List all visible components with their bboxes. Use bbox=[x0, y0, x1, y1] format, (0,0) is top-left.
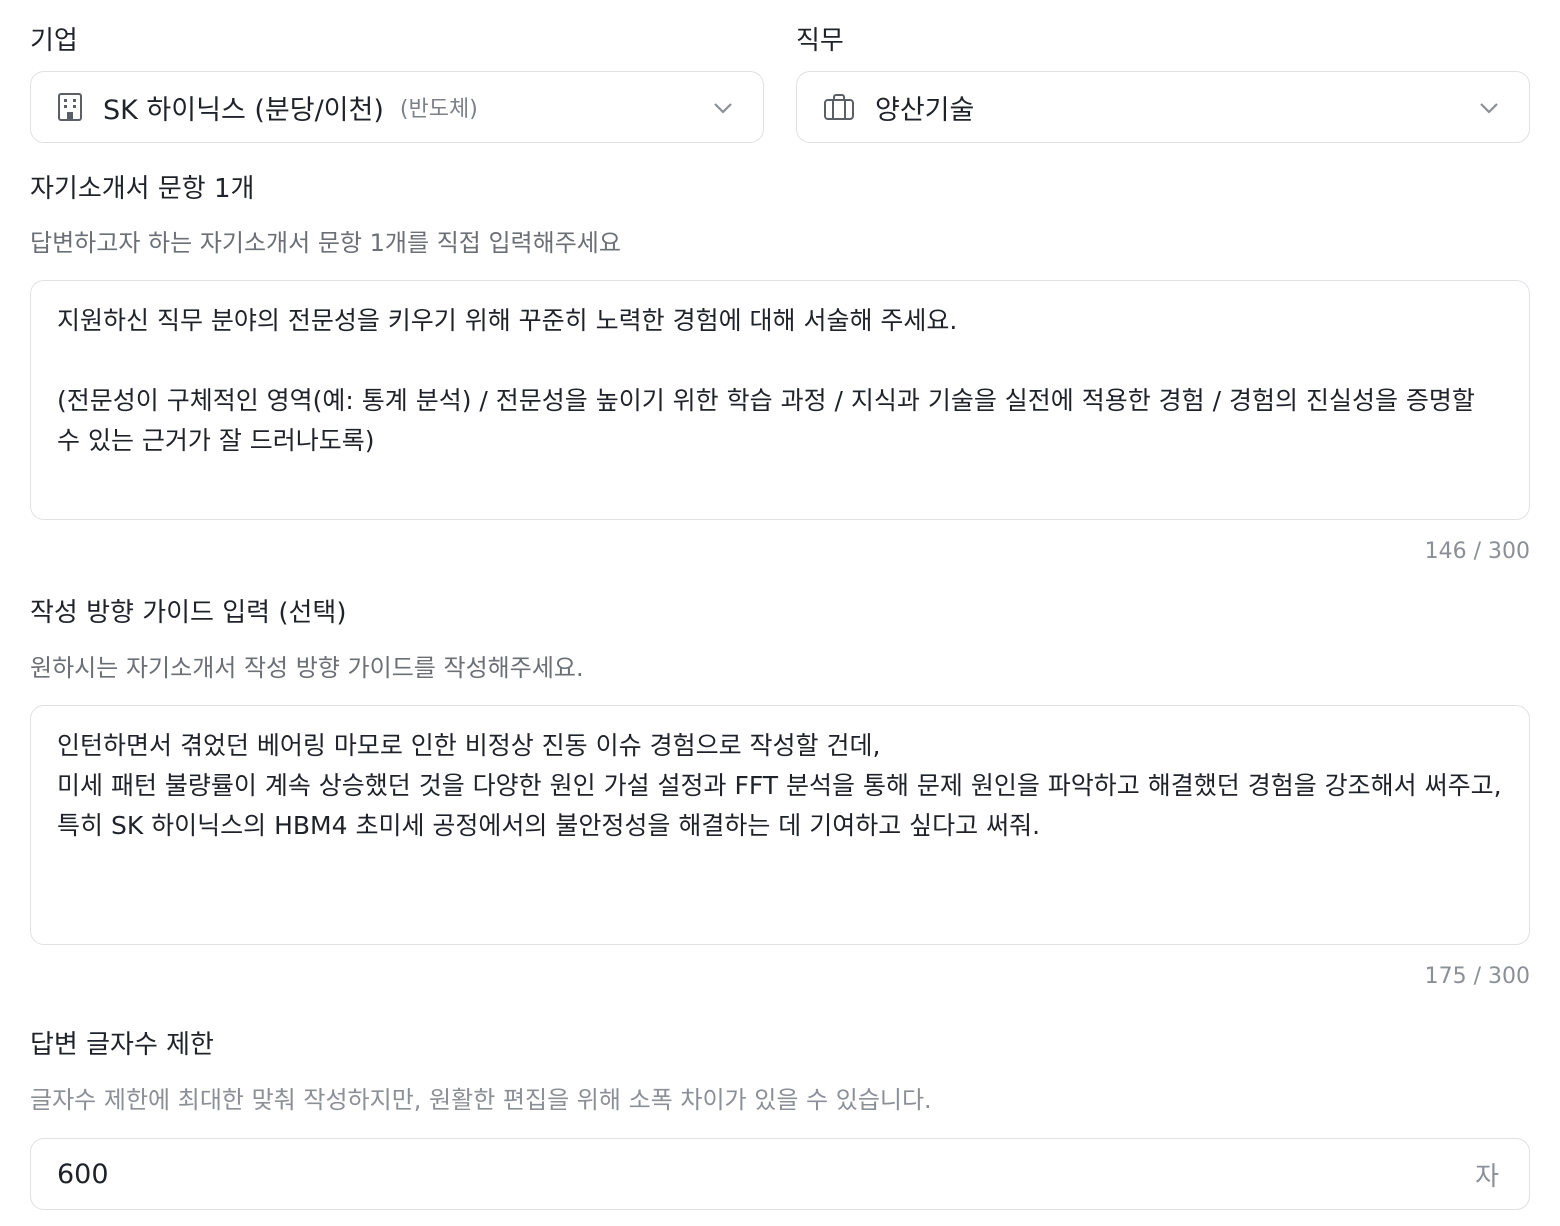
guide-label: 작성 방향 가이드 입력 (선택) bbox=[30, 598, 347, 628]
company-label: 기업 bbox=[30, 26, 78, 56]
limit-label: 답변 글자수 제한 bbox=[30, 1030, 214, 1060]
char-limit-unit: 자 bbox=[1475, 1161, 1499, 1192]
job-label: 직무 bbox=[796, 26, 844, 56]
limit-helper: 글자수 제한에 최대한 맞춰 작성하지만, 원활한 편집을 위해 소폭 차이가 … bbox=[30, 1086, 932, 1114]
question-char-counter: 146 / 300 bbox=[1424, 539, 1530, 564]
cover-letter-form: 기업 SK 하이닉스 (분당/이천) (반도체) 직무 양산기술 자기소개서 문… bbox=[0, 0, 1560, 1226]
char-limit-input[interactable]: 600 자 bbox=[30, 1138, 1530, 1210]
chevron-down-icon bbox=[714, 103, 732, 114]
job-select[interactable]: 양산기술 bbox=[796, 71, 1530, 143]
guide-helper: 원하시는 자기소개서 작성 방향 가이드를 작성해주세요. bbox=[30, 654, 584, 682]
guide-char-counter: 175 / 300 bbox=[1424, 964, 1530, 989]
building-icon bbox=[57, 92, 83, 122]
company-value: SK 하이닉스 (분당/이천) bbox=[103, 94, 384, 126]
question-label: 자기소개서 문항 1개 bbox=[30, 174, 255, 204]
question-textarea[interactable]: 지원하신 직무 분야의 전문성을 키우기 위해 꾸준히 노력한 경험에 대해 서… bbox=[30, 280, 1530, 520]
job-value: 양산기술 bbox=[875, 94, 975, 126]
chevron-down-icon bbox=[1480, 103, 1498, 114]
guide-textarea[interactable]: 인턴하면서 겪었던 베어링 마모로 인한 비정상 진동 이슈 경험으로 작성할 … bbox=[30, 705, 1530, 945]
briefcase-icon bbox=[823, 92, 855, 122]
company-select[interactable]: SK 하이닉스 (분당/이천) (반도체) bbox=[30, 71, 764, 143]
company-category: (반도체) bbox=[399, 97, 478, 122]
char-limit-value: 600 bbox=[57, 1158, 109, 1190]
question-helper: 답변하고자 하는 자기소개서 문항 1개를 직접 입력해주세요 bbox=[30, 229, 621, 257]
